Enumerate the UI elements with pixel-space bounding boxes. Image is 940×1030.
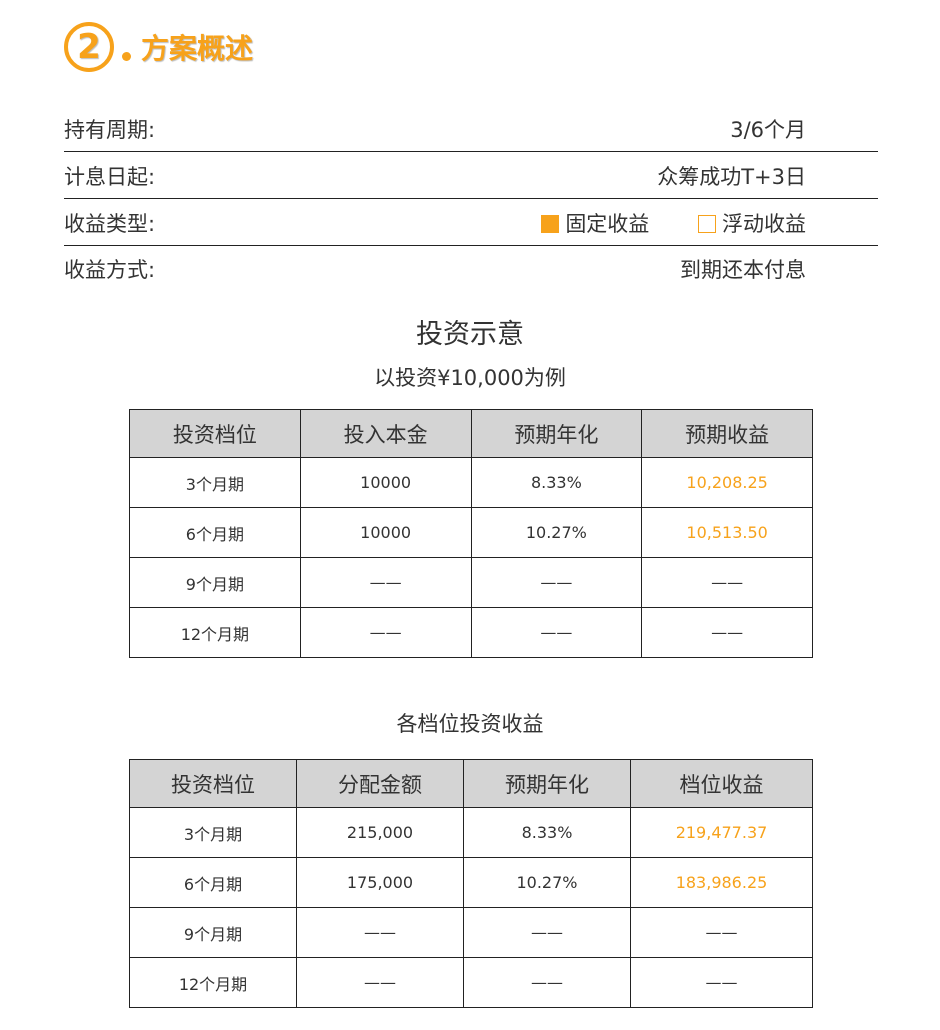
table-cell: 10,513.50 bbox=[641, 507, 813, 558]
table-cell: 12个月期 bbox=[129, 957, 297, 1008]
section-number: 2 bbox=[64, 22, 114, 72]
table-cell: 215,000 bbox=[296, 807, 464, 858]
example-table: 投资档位 投入本金 预期年化 预期收益 3个月期 10000 8.33% 10,208.25 6… bbox=[129, 409, 813, 658]
float-option: 浮动收益 bbox=[698, 212, 806, 236]
table-cell: 10000 bbox=[299, 457, 472, 508]
column-header: 预期年化 bbox=[470, 409, 643, 458]
example-subtitle: 以投资¥10,000为例 bbox=[374, 366, 566, 390]
table-cell: 12个月期 bbox=[129, 607, 301, 658]
table-cell: 6个月期 bbox=[129, 507, 301, 558]
info-value: 3/6个月 bbox=[730, 117, 806, 142]
header-row: 投资档位 投入本金 预期年化 预期收益 bbox=[129, 409, 813, 458]
table-cell: —— bbox=[299, 557, 472, 608]
table-cell: 3个月期 bbox=[129, 457, 301, 508]
info-label: 计息日起: bbox=[64, 164, 156, 189]
unchecked-box-icon bbox=[698, 214, 716, 233]
table-cell: 10.27% bbox=[470, 507, 643, 558]
table-cell: 219,477.37 bbox=[630, 807, 813, 858]
table-cell: 6个月期 bbox=[129, 857, 297, 908]
header-row: 投资档位 分配金额 预期年化 档位收益 bbox=[129, 759, 813, 808]
info-label: 持有周期: bbox=[64, 117, 156, 142]
info-row-start: 计息日起: 众筹成功T+3日 bbox=[64, 153, 878, 199]
column-header: 投资档位 bbox=[129, 759, 297, 808]
table-row: 12个月期 —— —— —— bbox=[129, 957, 813, 1008]
section-header: 2 方案概述 bbox=[64, 22, 253, 72]
table-row: 9个月期 —— —— —— bbox=[129, 557, 813, 608]
info-value: 到期还本付息 bbox=[680, 258, 806, 282]
checked-box-icon bbox=[541, 214, 560, 233]
table-cell: —— bbox=[299, 607, 472, 658]
table-row: 9个月期 —— —— —— bbox=[129, 907, 813, 958]
table-cell: 3个月期 bbox=[129, 807, 297, 858]
table-row: 12个月期 —— —— —— bbox=[129, 607, 813, 658]
column-header: 预期年化 bbox=[463, 759, 631, 808]
info-row-type: 收益类型: 固定收益 浮动收益 bbox=[64, 200, 878, 246]
info-value: 众筹成功T+3日 bbox=[657, 164, 806, 189]
table-cell: —— bbox=[296, 907, 464, 958]
table-cell: 175,000 bbox=[296, 857, 464, 908]
table-row: 6个月期 10000 10.27% 10,513.50 bbox=[129, 507, 813, 558]
table-cell: 10000 bbox=[299, 507, 472, 558]
option-label: 固定收益 bbox=[565, 211, 650, 236]
section-title: 方案概述 bbox=[141, 32, 254, 65]
table-cell: 8.33% bbox=[463, 807, 631, 858]
column-header: 投资档位 bbox=[129, 409, 301, 458]
table-cell: 8.33% bbox=[470, 457, 643, 508]
table-cell: —— bbox=[641, 557, 813, 608]
table-cell: —— bbox=[641, 607, 813, 658]
fixed-option: 固定收益 bbox=[541, 212, 649, 236]
table-cell: 9个月期 bbox=[129, 907, 297, 958]
column-header: 投入本金 bbox=[299, 409, 472, 458]
info-row-method: 收益方式: 到期还本付息 bbox=[64, 246, 878, 292]
info-label: 收益类型: bbox=[64, 211, 156, 236]
table-cell: —— bbox=[463, 907, 631, 958]
table-cell: 10,208.25 bbox=[641, 457, 813, 508]
table-cell: 183,986.25 bbox=[630, 857, 813, 908]
tiers-table: 投资档位 分配金额 预期年化 档位收益 3个月期 215,000 8.33% 219,477.… bbox=[129, 759, 813, 1008]
table-cell: —— bbox=[470, 557, 643, 608]
example-title: 投资示意 bbox=[416, 319, 524, 350]
tiers-title: 各档位投资收益 bbox=[396, 712, 544, 736]
table-cell: —— bbox=[296, 957, 464, 1008]
table-row: 3个月期 215,000 8.33% 219,477.37 bbox=[129, 807, 813, 858]
column-header: 档位收益 bbox=[630, 759, 813, 808]
option-label: 浮动收益 bbox=[722, 211, 806, 236]
table-cell: 9个月期 bbox=[129, 557, 301, 608]
table-row: 3个月期 10000 8.33% 10,208.25 bbox=[129, 457, 813, 508]
info-label: 收益方式: bbox=[64, 258, 156, 282]
column-header: 分配金额 bbox=[296, 759, 464, 808]
table-cell: 10.27% bbox=[463, 857, 631, 908]
info-row-period: 持有周期: 3/6个月 bbox=[64, 106, 878, 152]
table-cell: —— bbox=[463, 957, 631, 1008]
column-header: 预期收益 bbox=[641, 409, 813, 458]
dot-icon bbox=[122, 51, 131, 61]
table-cell: —— bbox=[630, 907, 813, 958]
table-cell: —— bbox=[470, 607, 643, 658]
table-cell: —— bbox=[630, 957, 813, 1008]
table-row: 6个月期 175,000 10.27% 183,986.25 bbox=[129, 857, 813, 908]
